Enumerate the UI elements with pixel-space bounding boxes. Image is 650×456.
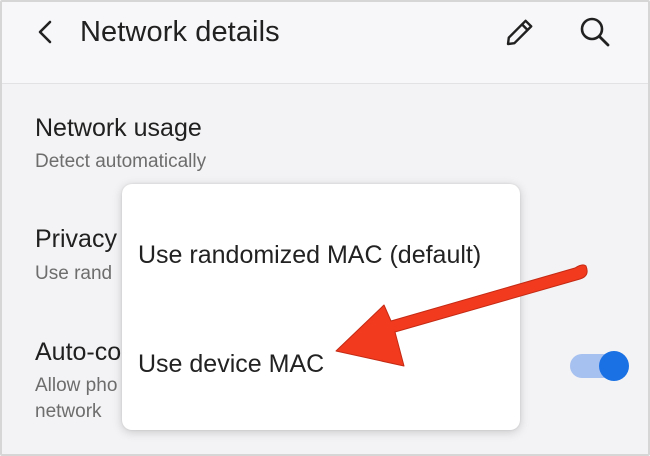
option-device-mac[interactable]: Use device MAC bbox=[122, 314, 520, 414]
page-title: Network details bbox=[80, 16, 280, 48]
screen-frame: Network details Network usage Detect aut… bbox=[0, 0, 650, 456]
mac-type-popup-menu: Use randomized MAC (default) Use device … bbox=[122, 184, 520, 430]
option-label: Use device MAC bbox=[138, 350, 325, 378]
back-button[interactable] bbox=[28, 14, 64, 50]
option-label: Use randomized MAC (default) bbox=[138, 241, 482, 269]
option-randomized-mac[interactable]: Use randomized MAC (default) bbox=[122, 206, 520, 306]
search-button[interactable] bbox=[575, 12, 615, 52]
edit-button[interactable] bbox=[500, 12, 540, 52]
top-app-bar: Network details bbox=[2, 2, 648, 84]
chevron-left-icon bbox=[38, 20, 52, 44]
search-icon bbox=[580, 17, 610, 47]
pencil-icon bbox=[506, 19, 533, 46]
